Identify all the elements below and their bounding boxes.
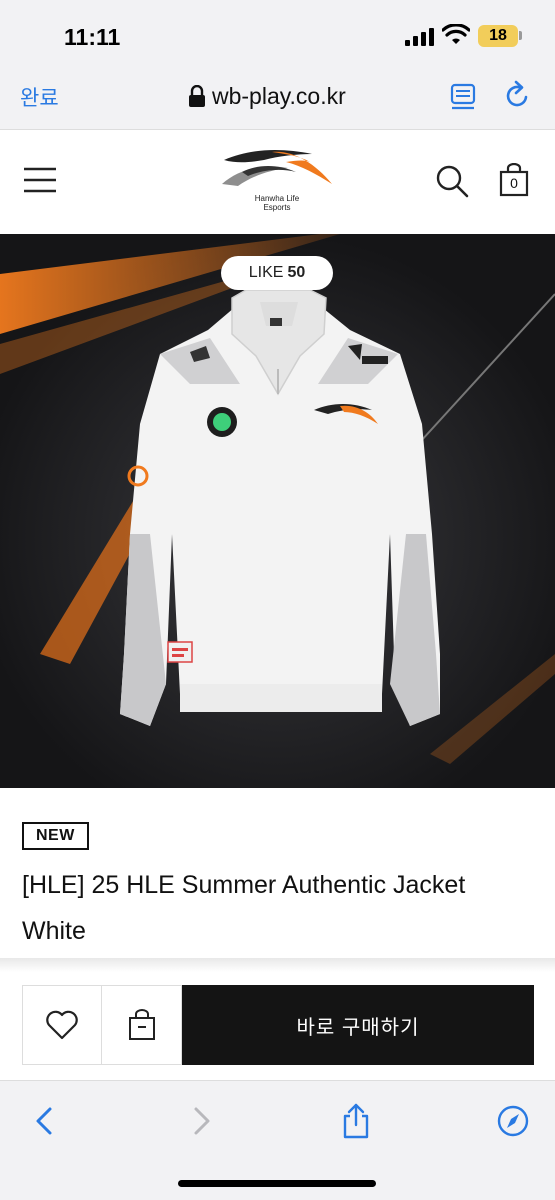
forward-icon[interactable] [184, 1103, 218, 1139]
like-count-badge[interactable]: LIKE 50 [221, 256, 333, 290]
wifi-icon [442, 24, 470, 44]
add-to-cart-button[interactable] [102, 985, 182, 1065]
back-icon[interactable] [28, 1103, 62, 1139]
cart-count: 0 [510, 175, 518, 191]
cart-button[interactable]: 0 [499, 162, 529, 197]
share-icon[interactable] [339, 1103, 373, 1139]
hle-logo-mark-icon [222, 150, 332, 186]
buy-now-button[interactable]: 바로 구매하기 [182, 985, 534, 1065]
battery-tip [519, 31, 522, 40]
logo-text: Hanwha Life Esports [254, 194, 300, 212]
cellular-signal-icon [405, 28, 434, 46]
purchase-action-bar: 바로 구매하기 [22, 985, 534, 1065]
hamburger-menu-icon[interactable] [24, 166, 56, 194]
compass-icon[interactable] [496, 1103, 530, 1139]
lock-icon [189, 85, 205, 107]
browser-url-bar: 완료 wb-play.co.kr [0, 70, 555, 130]
hle-logo[interactable]: Hanwha Life Esports [212, 146, 342, 218]
like-label: LIKE [248, 264, 284, 281]
product-image[interactable]: LIKE 50 [0, 234, 555, 788]
reload-icon[interactable] [504, 80, 532, 110]
heart-icon [46, 1010, 78, 1040]
done-button[interactable]: 완료 [20, 82, 59, 112]
jacket-image-illustration [0, 234, 555, 788]
url-field[interactable]: wb-play.co.kr [188, 81, 346, 111]
url-text: wb-play.co.kr [212, 82, 346, 109]
status-time: 11:11 [64, 24, 121, 50]
search-icon[interactable] [435, 164, 469, 198]
home-indicator [178, 1180, 376, 1187]
new-badge: NEW [22, 822, 89, 850]
like-count: 50 [287, 264, 306, 281]
product-title: [HLE] 25 HLE Summer Authentic Jacket Whi… [22, 871, 466, 945]
shopping-bag-icon [128, 1009, 155, 1040]
status-bar: 11:11 18 [0, 0, 555, 70]
wishlist-button[interactable] [22, 985, 102, 1065]
battery-indicator: 18 [478, 25, 518, 47]
site-header: Hanwha Life Esports 0 [0, 130, 555, 234]
section-divider [0, 958, 555, 972]
reader-icon[interactable] [450, 82, 476, 110]
